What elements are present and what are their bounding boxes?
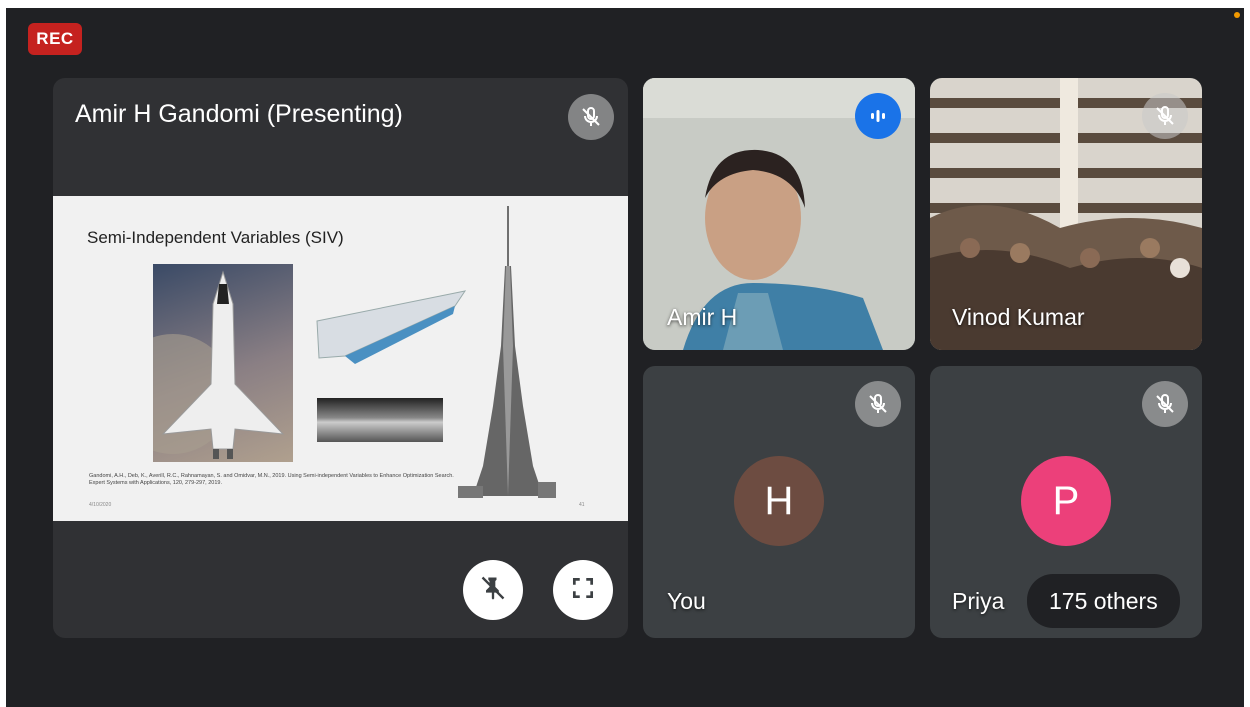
- participant-name-vinod: Vinod Kumar: [952, 304, 1085, 330]
- fullscreen-button[interactable]: [553, 560, 613, 620]
- participant-tile-amir[interactable]: Amir H: [643, 78, 915, 350]
- mic-off-icon: [855, 381, 901, 427]
- pin-off-icon: [479, 574, 507, 607]
- meet-window: REC Amir H Gandomi (Presenting) Semi-Ind…: [6, 8, 1244, 707]
- unpin-button[interactable]: [463, 560, 523, 620]
- mic-off-icon: [1142, 381, 1188, 427]
- fullscreen-icon: [570, 575, 596, 606]
- slide-page-number: 41: [579, 502, 585, 508]
- slide-reference: Gandomi, A.H., Deb, K., Averill, R.C., R…: [89, 473, 454, 486]
- participant-tile-you[interactable]: H You: [643, 366, 915, 638]
- recording-dot-indicator: [1234, 12, 1240, 18]
- slide-footer-date: 4/10/2020: [89, 502, 112, 508]
- avatar: H: [734, 456, 824, 546]
- aircraft-wing-image: [315, 286, 475, 366]
- shared-slide: Semi-Independent Variables (SIV) Gandomi…: [53, 196, 628, 521]
- participant-tile-vinod[interactable]: Vinod Kumar: [930, 78, 1202, 350]
- participant-name-priya: Priya: [952, 588, 1005, 614]
- participant-name-amir: Amir H: [667, 304, 738, 330]
- recording-badge: REC: [28, 23, 82, 55]
- presenter-title: Amir H Gandomi (Presenting): [75, 100, 403, 128]
- others-count-button[interactable]: 175 others: [1027, 574, 1180, 628]
- audio-wave-icon: [855, 93, 901, 139]
- avatar: P: [1021, 456, 1111, 546]
- engine-image: [317, 398, 443, 442]
- participant-name-you: You: [667, 588, 706, 614]
- space-shuttle-image: [113, 264, 293, 462]
- mic-off-icon: [568, 94, 614, 140]
- skyscraper-image: [453, 206, 563, 501]
- slide-title: Semi-Independent Variables (SIV): [87, 228, 344, 247]
- mic-off-icon: [1142, 93, 1188, 139]
- presenter-tile[interactable]: Amir H Gandomi (Presenting) Semi-Indepen…: [53, 78, 628, 638]
- participant-tile-priya[interactable]: P Priya 175 others: [930, 366, 1202, 638]
